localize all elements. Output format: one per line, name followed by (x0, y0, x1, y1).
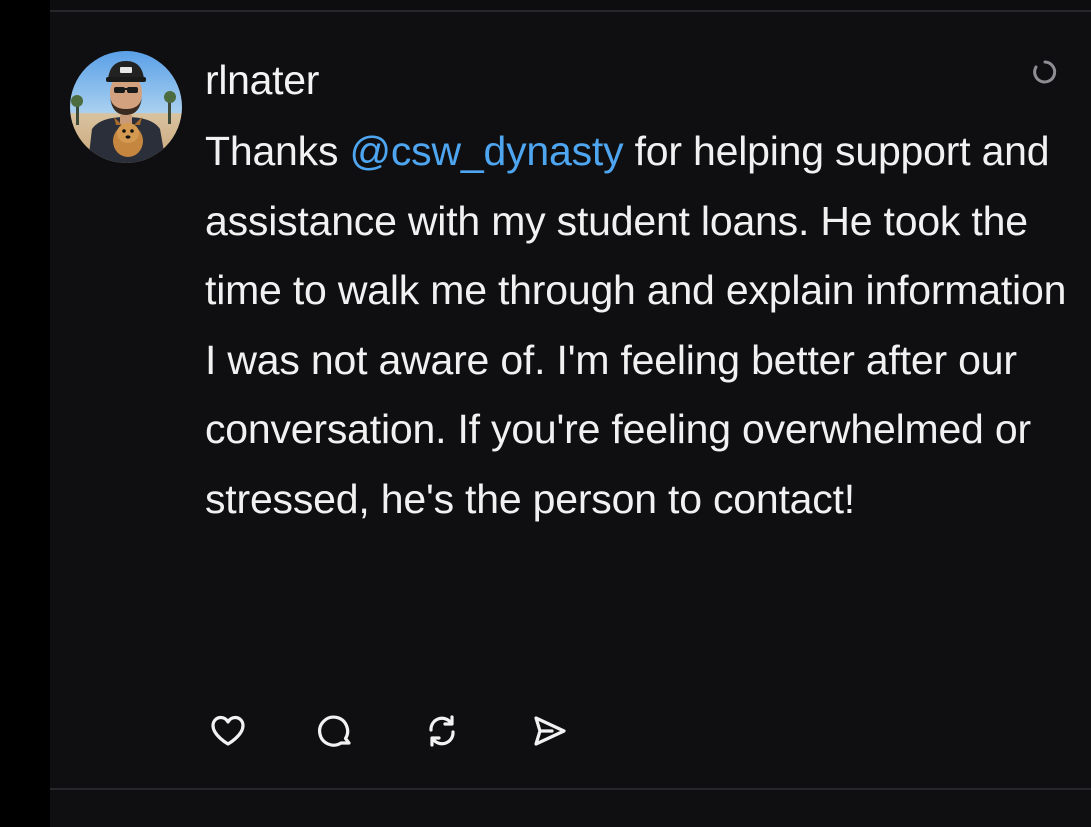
mention-link[interactable]: @csw_dynasty (349, 128, 623, 174)
reply-button[interactable] (312, 708, 358, 754)
avatar-photo (70, 51, 182, 163)
repost-button[interactable] (419, 708, 465, 754)
share-icon (534, 716, 566, 746)
like-button[interactable] (205, 708, 251, 754)
previous-post-edge (50, 0, 1091, 10)
next-post-edge (50, 790, 1091, 827)
repost-icon (429, 715, 455, 747)
comment-icon (318, 715, 351, 747)
left-gutter (0, 0, 50, 827)
post-text-intro: Thanks (205, 128, 350, 174)
post-body: Thanks @csw_dynasty for helping support … (205, 117, 1085, 534)
post-card[interactable]: rlnater Thanks @csw_dynasty for helping … (50, 12, 1091, 788)
heart-icon (211, 715, 245, 746)
username[interactable]: rlnater (205, 56, 319, 104)
share-button[interactable] (526, 708, 572, 754)
loading-spinner-icon (1030, 57, 1060, 87)
avatar[interactable] (70, 51, 182, 163)
post-text-main: for helping support and assistance with … (205, 128, 1067, 522)
